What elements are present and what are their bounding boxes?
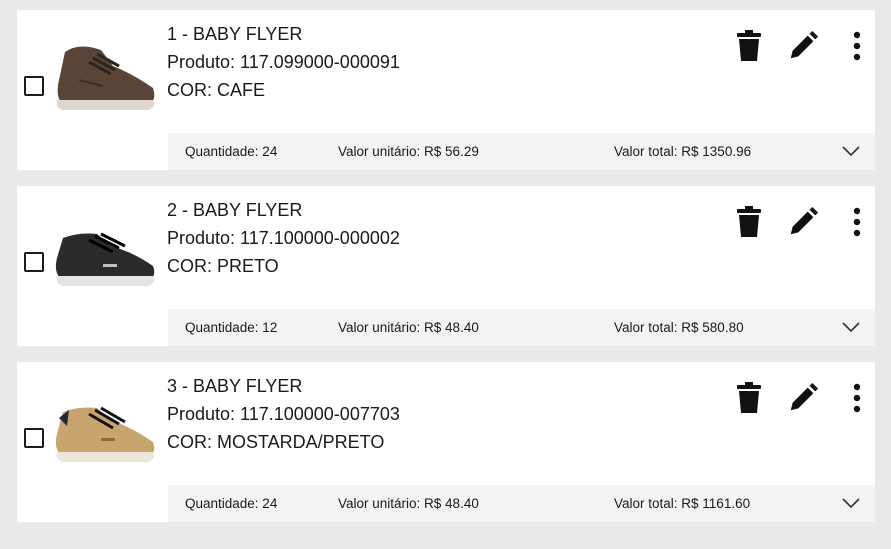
item-select-checkbox[interactable] (24, 428, 44, 448)
pencil-icon[interactable] (787, 380, 819, 416)
item-summary-bar: Quantidade: 24 Valor unitário: R$ 48.40 … (168, 485, 875, 522)
item-color: COR: MOSTARDA/PRETO (167, 432, 385, 452)
trash-icon[interactable] (733, 28, 765, 64)
item-quantity: Quantidade: 24 (185, 144, 278, 159)
order-item-card: 2 - BABY FLYER Produto: 117.100000-00000… (17, 186, 875, 346)
item-quantity: Quantidade: 24 (185, 496, 278, 511)
chevron-down-icon[interactable] (841, 143, 861, 159)
order-items-list: 1 - BABY FLYER Produto: 117.099000-00009… (17, 10, 875, 538)
shoe-thumbnail (55, 232, 155, 286)
shoe-thumbnail (56, 46, 155, 110)
order-item-card: 3 - BABY FLYER Produto: 117.100000-00770… (17, 362, 875, 522)
shoe-thumbnail (55, 406, 155, 462)
trash-icon[interactable] (733, 380, 765, 416)
item-quantity: Quantidade: 12 (185, 320, 278, 335)
item-color: COR: PRETO (167, 256, 279, 276)
item-info: 2 - BABY FLYER Produto: 117.100000-00000… (167, 196, 400, 280)
item-title: 2 - BABY FLYER (167, 200, 303, 220)
pencil-icon[interactable] (787, 28, 819, 64)
item-actions (725, 380, 875, 416)
order-item-card: 1 - BABY FLYER Produto: 117.099000-00009… (17, 10, 875, 170)
item-product-code: Produto: 117.099000-000091 (167, 52, 400, 72)
item-actions (725, 204, 875, 240)
item-color: COR: CAFE (167, 80, 266, 100)
chevron-down-icon[interactable] (841, 319, 861, 335)
item-info: 3 - BABY FLYER Produto: 117.100000-00770… (167, 372, 400, 456)
item-total-price: Valor total: R$ 1350.96 (614, 144, 752, 159)
item-summary-bar: Quantidade: 24 Valor unitário: R$ 56.29 … (168, 133, 875, 170)
item-unit-price: Valor unitário: R$ 48.40 (338, 320, 479, 335)
item-info: 1 - BABY FLYER Produto: 117.099000-00009… (167, 20, 400, 104)
item-actions (725, 28, 875, 64)
item-total-price: Valor total: R$ 1161.60 (614, 496, 751, 511)
item-unit-price: Valor unitário: R$ 48.40 (338, 496, 479, 511)
item-unit-price: Valor unitário: R$ 56.29 (338, 144, 479, 159)
more-vertical-icon[interactable] (841, 28, 873, 64)
pencil-icon[interactable] (787, 204, 819, 240)
item-title: 3 - BABY FLYER (167, 376, 303, 396)
more-vertical-icon[interactable] (841, 380, 873, 416)
chevron-down-icon[interactable] (841, 495, 861, 511)
more-vertical-icon[interactable] (841, 204, 873, 240)
trash-icon[interactable] (733, 204, 765, 240)
item-summary-bar: Quantidade: 12 Valor unitário: R$ 48.40 … (168, 309, 875, 346)
item-select-checkbox[interactable] (24, 252, 44, 272)
item-product-code: Produto: 117.100000-000002 (167, 228, 400, 248)
item-total-price: Valor total: R$ 580.80 (614, 320, 744, 335)
item-select-checkbox[interactable] (24, 76, 44, 96)
item-title: 1 - BABY FLYER (167, 24, 303, 44)
item-product-code: Produto: 117.100000-007703 (167, 404, 400, 424)
